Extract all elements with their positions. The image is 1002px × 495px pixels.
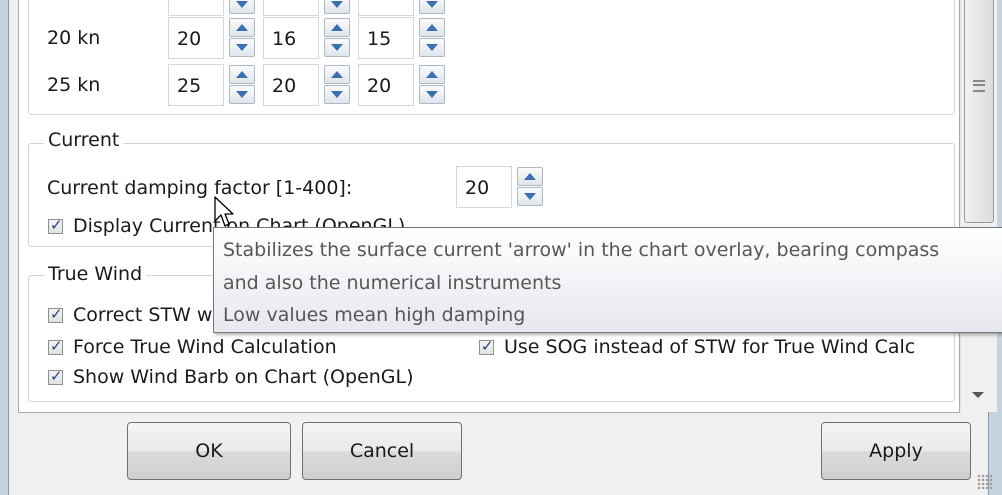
checkmark-icon: ✓	[50, 216, 63, 234]
checkmark-icon: ✓	[50, 305, 63, 323]
current-damping-field[interactable]: 20	[456, 166, 512, 208]
spin-down-button[interactable]	[517, 187, 543, 206]
speed-table-groupbox	[28, 0, 955, 115]
vertical-scrollbar[interactable]	[960, 0, 997, 412]
scrollbar-thumb[interactable]	[964, 0, 994, 223]
damping-tooltip: Stabilizes the surface current 'arrow' i…	[213, 227, 1002, 333]
tooltip-line-1: Stabilizes the surface current 'arrow' i…	[223, 239, 940, 261]
wind-barb-checkbox[interactable]: ✓	[48, 367, 63, 385]
current-damping-value: 20	[465, 177, 490, 199]
window-frame-left	[0, 0, 9, 495]
cancel-button[interactable]: Cancel	[302, 422, 462, 480]
arrow-pointer-icon	[214, 196, 234, 227]
true-wind-group-title: True Wind	[44, 263, 147, 285]
scroll-down-arrow-icon[interactable]	[972, 392, 984, 398]
force-true-wind-checkbox[interactable]: ✓	[48, 337, 63, 355]
checkmark-icon: ✓	[481, 337, 494, 355]
checkmark-icon: ✓	[50, 337, 63, 355]
wind-barb-label: Show Wind Barb on Chart (OpenGL)	[73, 366, 414, 388]
spin-up-button[interactable]	[517, 167, 543, 186]
correct-stw-checkbox[interactable]: ✓	[48, 305, 63, 323]
current-damping-label: Current damping factor [1-400]:	[47, 177, 353, 199]
resize-grip-icon[interactable]	[977, 474, 993, 490]
checkmark-icon: ✓	[50, 367, 63, 385]
use-sog-checkbox[interactable]: ✓	[479, 337, 494, 355]
current-group-title: Current	[44, 129, 124, 151]
tooltip-line-3: Low values mean high damping	[223, 304, 526, 326]
ok-button[interactable]: OK	[127, 422, 291, 480]
apply-button[interactable]: Apply	[821, 422, 971, 480]
triangle-down-icon	[524, 193, 536, 200]
display-current-checkbox[interactable]: ✓	[48, 216, 63, 234]
force-true-wind-label: Force True Wind Calculation	[73, 336, 337, 358]
tooltip-line-2: and also the numerical instruments	[223, 272, 562, 294]
three-lines-icon	[973, 80, 985, 92]
settings-scroll-panel: 20 kn 20 16 15 25 kn 25 20 20 Current Cu…	[18, 0, 960, 413]
triangle-up-icon	[524, 173, 536, 180]
correct-stw-label: Correct STW w	[73, 304, 213, 326]
use-sog-label: Use SOG instead of STW for True Wind Cal…	[504, 336, 916, 358]
